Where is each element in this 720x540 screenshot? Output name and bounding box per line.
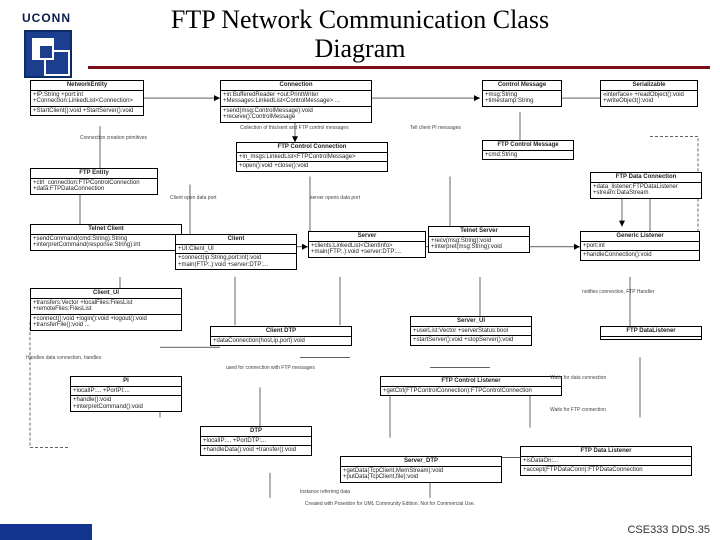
class-clientui: Client_UI +transfers:Vector +localFiles:… bbox=[30, 288, 182, 331]
class-ftpdatalistener: FTP DataListener bbox=[600, 326, 702, 340]
watermark: Created with Poseidon for UML Community … bbox=[260, 502, 520, 508]
class-genericlistener: Generic Listener +port:int +handleConnec… bbox=[580, 231, 700, 261]
note-tell-client: Tell client PI messages bbox=[410, 126, 461, 132]
class-dtp: DTP +localIP:... +PortDTP:... +handleDat… bbox=[200, 426, 312, 456]
note-conn-primitives: Connection creation primitives bbox=[80, 136, 147, 142]
class-ftpdatacon2: FTP Data Listener +isDataOn:... +accept(… bbox=[520, 446, 692, 476]
footer-text: CSE333 DDS.35 bbox=[627, 524, 710, 536]
page-title: FTP Network Communication Class Diagram bbox=[0, 6, 720, 63]
class-serverdtp: Server_DTP +getData(TcpClient,MemStream)… bbox=[340, 456, 502, 483]
note-instance: Instance referring data bbox=[300, 490, 350, 496]
note-notifies: notifies connection, FTP Handler bbox=[582, 290, 654, 296]
note-wait-data: Waits for data connection bbox=[550, 376, 606, 382]
note-wait-ftp: Waits for FTP connection bbox=[550, 408, 606, 414]
title-rule bbox=[88, 66, 710, 69]
note-server-open: server opens data port bbox=[310, 196, 360, 202]
class-networkentity: NetworkEntity +IP:String +port:int +Conn… bbox=[30, 80, 144, 116]
class-telnetclient: Telnet Client +sendCommand(cmd:String):S… bbox=[30, 224, 182, 251]
slide: UCONN FTP Network Communication Class Di… bbox=[0, 0, 720, 540]
class-serverui: Server_UI +userList:Vector +serverStatus… bbox=[410, 316, 532, 346]
title-line2: Diagram bbox=[315, 34, 406, 63]
diagram-canvas: NetworkEntity +IP:String +port:int +Conn… bbox=[10, 76, 710, 518]
class-ftpentity: FTP Entity +ctrl_connection:FTPControlCo… bbox=[30, 168, 158, 195]
class-client: Client +UI:Client_UI +connect(ip:String,… bbox=[175, 234, 297, 270]
logo-text: UCONN bbox=[22, 11, 71, 25]
note-handles: Handles data connection, handles bbox=[26, 356, 101, 362]
class-ftpctrllistener: FTP Control Listener +getCtrl(FTPControl… bbox=[380, 376, 562, 396]
class-clientdtp: Client DTP +dataConnection(host,ip,port)… bbox=[210, 326, 352, 346]
class-telnetserver: Telnet Server +recv(msg:String):void +in… bbox=[428, 226, 530, 253]
class-ftpcontrolconn: FTP Control Connection +in_msgs:LinkedLi… bbox=[236, 142, 388, 172]
uconn-logo: UCONN bbox=[10, 8, 72, 70]
title-line1: FTP Network Communication Class bbox=[171, 5, 549, 34]
class-serializable: Serializable «interface» +readObject():v… bbox=[600, 80, 698, 107]
class-controlmessage: Control Message +msg:String +timestamp:S… bbox=[482, 80, 562, 107]
note-client-open: Client open data port bbox=[170, 196, 216, 202]
note-collection: Collection of this/sent and FTP control … bbox=[240, 126, 349, 132]
header: UCONN FTP Network Communication Class Di… bbox=[0, 0, 720, 76]
footer-bluebar bbox=[0, 524, 92, 540]
class-pi: PI +localIP:... +PortPI:... +handle():vo… bbox=[70, 376, 182, 412]
class-server: Server +clients:LinkedList<ClientInfo> +… bbox=[308, 231, 426, 258]
class-ftpdataconn: FTP Data Connection +data_listener:FTPDa… bbox=[590, 172, 702, 199]
class-connection: Connection +in:BufferedReader +out:Print… bbox=[220, 80, 372, 123]
logo-icon bbox=[24, 30, 72, 78]
note-used-for: used for connection with FTP messages bbox=[226, 366, 315, 372]
class-ftpctrlmsg: FTP Control Message +cmd:String bbox=[482, 140, 574, 160]
